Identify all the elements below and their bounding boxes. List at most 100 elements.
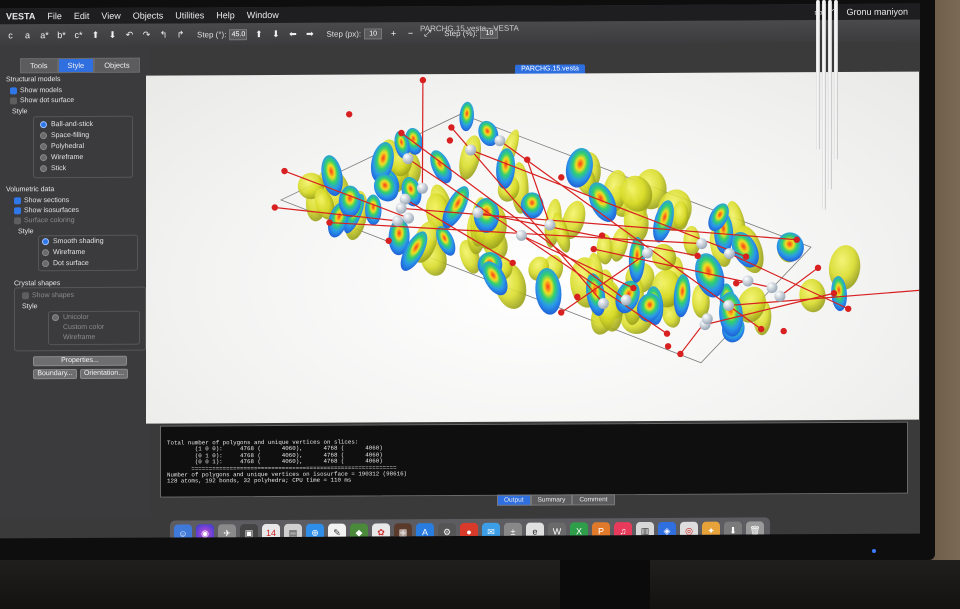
maps-icon[interactable]: ◆	[350, 523, 368, 539]
preview-icon[interactable]: ▦	[394, 523, 412, 539]
siri-icon[interactable]: ◉	[196, 524, 214, 539]
metal-atom	[402, 153, 414, 165]
style-custom-color[interactable]: Custom color	[52, 324, 104, 331]
finder-icon[interactable]: ☺	[174, 524, 192, 539]
style-vol-wireframe[interactable]: Wireframe	[42, 249, 85, 257]
show-shapes-checkbox[interactable]: Show shapes	[22, 292, 75, 300]
radio-off-icon	[42, 249, 49, 257]
axis-a-icon[interactable]: a	[21, 29, 34, 42]
safari-icon[interactable]: ⊕	[306, 523, 324, 539]
step-px-label: Step (px):	[326, 29, 362, 39]
properties-button[interactable]: Properties...	[33, 355, 127, 367]
metal-atom	[766, 282, 778, 294]
rotate-right-icon[interactable]: ↷	[140, 28, 153, 41]
textedit-icon[interactable]: ✎	[328, 523, 346, 539]
panel-tabs: Tools Style Objects	[20, 57, 140, 74]
app-store-icon[interactable]: A	[416, 523, 434, 539]
show-sections-checkbox[interactable]: Show sections	[14, 197, 69, 205]
arrow-up-icon[interactable]: ⬆	[89, 28, 102, 41]
style-unicolor[interactable]: Unicolor	[52, 313, 89, 322]
style-unicolor-label: Unicolor	[63, 313, 89, 322]
tab-comment[interactable]: Comment	[572, 494, 615, 506]
radio-on-icon	[42, 238, 49, 246]
calendar-icon[interactable]: 14	[262, 523, 280, 539]
orientation-button[interactable]: Orientation...	[80, 368, 128, 379]
arrow-down-icon[interactable]: ⬇	[106, 28, 119, 41]
power-led	[872, 549, 876, 553]
tab-summary[interactable]: Summary	[530, 494, 573, 506]
rotate-left-icon[interactable]: ↶	[123, 28, 136, 41]
oxygen-atom	[780, 327, 787, 335]
menu-window[interactable]: Window	[247, 10, 279, 20]
menu-help[interactable]: Help	[216, 10, 235, 20]
style-space-filling-label: Space-filling	[51, 131, 90, 140]
volumetric-style-title: Style	[18, 228, 34, 236]
step-deg-input[interactable]: 45.0	[229, 28, 248, 40]
metal-atom	[395, 202, 407, 214]
style-dot-surface[interactable]: Dot surface	[42, 260, 89, 268]
checkbox-checked-icon	[14, 207, 21, 215]
oxygen-atom	[742, 253, 750, 260]
style-crystal-wireframe[interactable]: Wireframe	[52, 334, 95, 341]
show-dot-surface-checkbox[interactable]: Show dot surface	[10, 97, 74, 105]
radio-on-icon	[40, 121, 47, 129]
checkbox-checked-icon	[14, 197, 21, 205]
oxygen-atom	[271, 204, 279, 211]
zoom-in-icon[interactable]: +	[387, 27, 400, 40]
curve-right-icon[interactable]: ↱	[174, 28, 187, 41]
user-name[interactable]: Gronu maniyon	[846, 7, 908, 17]
tilt-left-icon[interactable]: ⬅	[286, 27, 299, 40]
checkbox-unchecked-icon	[10, 97, 17, 105]
metal-atom	[701, 313, 713, 325]
show-isosurfaces-checkbox[interactable]: Show isosurfaces	[14, 207, 79, 215]
tilt-down-icon[interactable]: ⬇	[269, 27, 282, 40]
step-px-input[interactable]: 10	[364, 27, 383, 40]
oxygen-atom	[558, 174, 565, 181]
menu-edit[interactable]: Edit	[74, 11, 90, 21]
style-crystal-wireframe-label: Wireframe	[63, 333, 96, 342]
style-stick[interactable]: Stick	[40, 165, 67, 173]
style-ball-and-stick[interactable]: Ball-and-stick	[40, 121, 93, 129]
menu-view[interactable]: View	[101, 11, 120, 21]
style-space-filling[interactable]: Space-filling	[40, 131, 90, 140]
metal-atom	[472, 207, 484, 219]
surface-coloring-checkbox[interactable]: Surface coloring	[14, 217, 75, 225]
tab-objects[interactable]: Objects	[94, 57, 140, 73]
wind-chime	[814, 0, 842, 230]
style-polyhedral-label: Polyhedral	[51, 142, 85, 151]
tilt-right-icon[interactable]: ➡	[303, 27, 316, 40]
show-models-label: Show models	[20, 87, 63, 95]
menu-utilities[interactable]: Utilities	[175, 10, 204, 20]
metal-atom	[494, 135, 506, 147]
tab-style[interactable]: Style	[57, 57, 95, 74]
photo-booth-icon[interactable]: ▣	[240, 524, 258, 539]
style-wireframe[interactable]: Wireframe	[40, 154, 83, 162]
contacts-icon[interactable]: ▤	[284, 523, 302, 539]
curve-left-icon[interactable]: ↰	[157, 28, 170, 41]
tab-tools[interactable]: Tools	[20, 58, 58, 74]
tab-output[interactable]: Output	[497, 494, 531, 506]
menu-objects[interactable]: Objects	[133, 11, 164, 21]
style-polyhedral[interactable]: Polyhedral	[40, 142, 85, 151]
tilt-up-icon[interactable]: ⬆	[252, 28, 265, 41]
boundary-button[interactable]: Boundary...	[33, 369, 77, 380]
style-smooth-shading[interactable]: Smooth shading	[42, 238, 104, 246]
oxygen-atom	[694, 252, 701, 260]
launchpad-icon[interactable]: ✈	[218, 524, 236, 539]
oxygen-atom	[663, 330, 671, 337]
axis-bstar-icon[interactable]: b*	[55, 29, 68, 42]
structure-viewer[interactable]	[146, 71, 919, 424]
menu-app[interactable]: VESTA	[6, 11, 35, 21]
show-models-checkbox[interactable]: Show models	[10, 87, 63, 95]
menu-file[interactable]: File	[47, 11, 62, 21]
axis-c-icon[interactable]: c	[4, 29, 17, 42]
photos-icon[interactable]: ✿	[372, 523, 390, 539]
metal-atom	[544, 219, 556, 231]
show-shapes-label: Show shapes	[32, 292, 75, 300]
axis-astar-icon[interactable]: a*	[38, 29, 51, 42]
axis-cstar-icon[interactable]: c*	[72, 28, 85, 41]
style-custom-color-label: Custom color	[63, 323, 105, 332]
monitor-stand	[560, 560, 650, 609]
zoom-out-icon[interactable]: −	[404, 27, 417, 40]
style-stick-label: Stick	[51, 165, 67, 173]
